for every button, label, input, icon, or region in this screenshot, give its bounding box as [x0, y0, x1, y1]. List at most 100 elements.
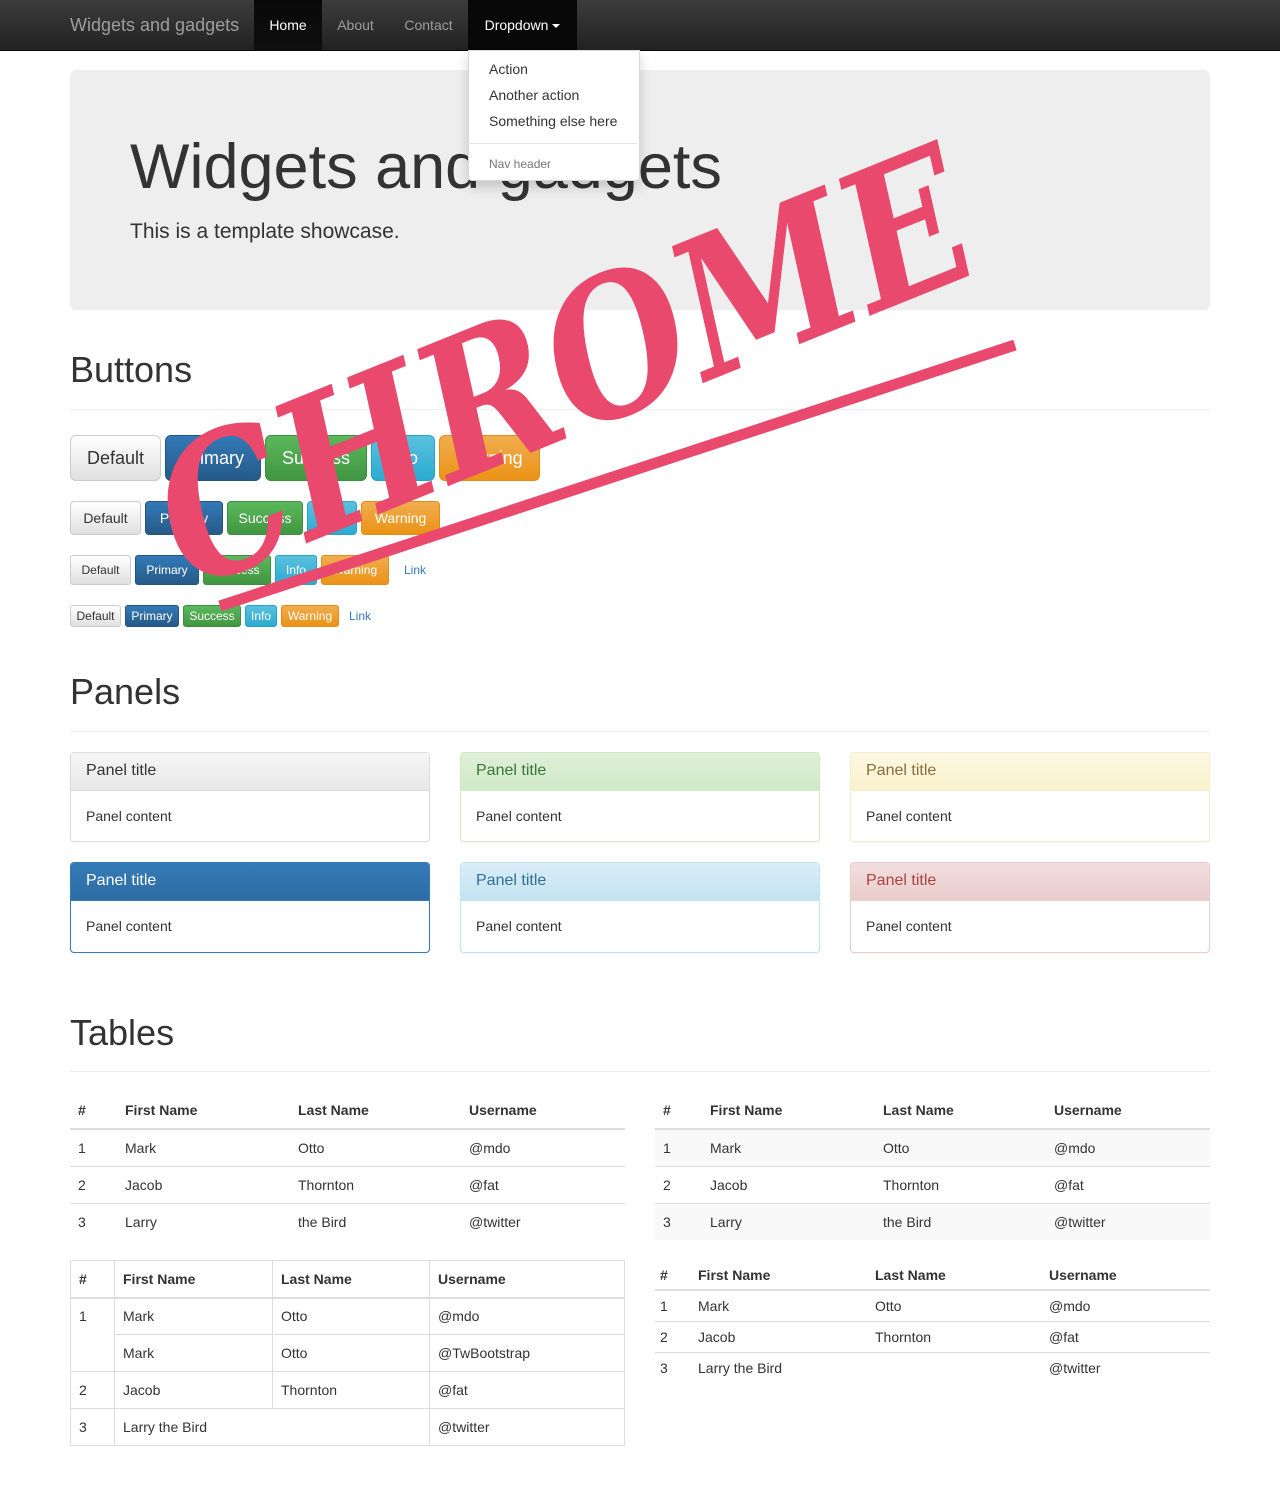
link-button-xs[interactable]: Link — [343, 605, 377, 627]
jumbotron-text: This is a template showcase. — [130, 220, 400, 243]
dropdown-item-something-else[interactable]: Something else here — [489, 113, 617, 129]
table-row: 1 Mark Otto @mdo — [70, 1128, 625, 1166]
table-cell: the Bird — [290, 1202, 461, 1240]
table-header-row: # First Name Last Name Username — [655, 1260, 1210, 1291]
dropdown-menu: Action Another action Something else her… — [468, 50, 640, 181]
panel-info: Panel title Panel content — [460, 862, 820, 953]
dropdown-item-action[interactable]: Action — [489, 61, 528, 77]
table-cell: Jacob — [702, 1165, 875, 1203]
column-header: First Name — [117, 1092, 290, 1130]
jumbotron: Widgets and gadgets This is a template s… — [70, 70, 1210, 310]
default-button-lg[interactable]: Default — [70, 435, 161, 481]
table-cell: Mark — [114, 1334, 273, 1372]
table-cell: @twitter — [429, 1408, 625, 1446]
table-condensed: # First Name Last Name Username 1 Mark O… — [655, 1260, 1210, 1383]
table-cell: 3 — [70, 1408, 115, 1446]
panel-content: Panel content — [86, 918, 172, 934]
caret-down-icon — [552, 24, 561, 29]
table-cell: Jacob — [114, 1371, 273, 1409]
column-header: First Name — [114, 1260, 273, 1299]
dropdown-nav-header: Nav header — [489, 157, 552, 171]
table-cell: Thornton — [870, 1320, 1044, 1352]
table-row: 1 Mark Otto @mdo — [655, 1289, 1210, 1321]
table-cell: 2 — [655, 1320, 693, 1352]
info-button-xs[interactable]: Info — [245, 605, 277, 627]
section-divider — [70, 1071, 1210, 1072]
table-cell: @fat — [461, 1165, 625, 1203]
table-row: 2 Jacob Thornton @fat — [70, 1371, 625, 1409]
primary-button-sm[interactable]: Primary — [135, 555, 199, 585]
table-cell: 3 — [655, 1351, 693, 1383]
panel-title: Panel title — [851, 753, 1209, 791]
table-cell: Larry the Bird — [114, 1408, 430, 1446]
nav-item-dropdown[interactable]: Dropdown — [468, 0, 577, 50]
nav-item-contact[interactable]: Contact — [389, 0, 468, 50]
table-cell: Otto — [272, 1334, 430, 1372]
table-cell: 3 — [655, 1202, 702, 1240]
table-header-row: # First Name Last Name Username — [70, 1092, 625, 1130]
table-cell: the Bird — [875, 1202, 1046, 1240]
primary-button[interactable]: Primary — [145, 501, 223, 535]
success-button-lg[interactable]: Success — [265, 435, 367, 481]
panel-primary: Panel title Panel content — [70, 862, 430, 953]
panel-content: Panel content — [476, 808, 562, 824]
warning-button-xs[interactable]: Warning — [281, 605, 339, 627]
panel-title: Panel title — [851, 863, 1209, 901]
link-button-sm[interactable]: Link — [393, 555, 437, 585]
panel-title: Panel title — [461, 863, 819, 901]
navbar: Widgets and gadgets Home About Contact D… — [0, 0, 1280, 51]
column-header: # — [70, 1092, 117, 1130]
panel-default: Panel title Panel content — [70, 752, 430, 842]
table-row: Mark Otto @TwBootstrap — [71, 1334, 625, 1372]
table-striped: # First Name Last Name Username 1 Mark O… — [655, 1092, 1210, 1240]
warning-button-sm[interactable]: Warning — [321, 555, 389, 585]
table-cell: @fat — [1044, 1320, 1210, 1352]
column-header: Username — [429, 1260, 625, 1299]
table-bordered: # First Name Last Name Username 1 Mark O… — [70, 1260, 625, 1446]
nav-item-about[interactable]: About — [322, 0, 389, 50]
dropdown-divider — [470, 143, 638, 144]
panel-danger: Panel title Panel content — [850, 862, 1210, 953]
panel-content: Panel content — [866, 918, 952, 934]
table-cell: @fat — [429, 1371, 625, 1409]
table-cell: Thornton — [875, 1165, 1046, 1203]
table-cell: Otto — [272, 1297, 430, 1335]
success-button-xs[interactable]: Success — [183, 605, 241, 627]
table-cell: 2 — [655, 1165, 702, 1203]
table-cell: 1 — [70, 1128, 117, 1166]
primary-button-xs[interactable]: Primary — [125, 605, 179, 627]
primary-button-lg[interactable]: Primary — [165, 435, 261, 481]
table-cell: Otto — [875, 1128, 1046, 1166]
section-title-buttons: Buttons — [70, 349, 193, 390]
info-button-lg[interactable]: Info — [371, 435, 435, 481]
table-cell: Otto — [870, 1289, 1044, 1321]
success-button[interactable]: Success — [227, 501, 303, 535]
column-header: Username — [461, 1092, 625, 1130]
table-row: 2 Jacob Thornton @fat — [655, 1320, 1210, 1352]
warning-button[interactable]: Warning — [361, 501, 440, 535]
table-row: 3 Larry the Bird @twitter — [70, 1202, 625, 1240]
dropdown-item-another-action[interactable]: Another action — [489, 87, 579, 103]
column-header: First Name — [693, 1260, 870, 1291]
section-title-tables: Tables — [70, 1012, 175, 1053]
default-button-xs[interactable]: Default — [70, 605, 121, 627]
table-cell: @mdo — [1046, 1128, 1210, 1166]
default-button[interactable]: Default — [70, 501, 141, 535]
column-header: # — [655, 1092, 702, 1130]
table-cell: Larry — [702, 1202, 875, 1240]
panel-warning: Panel title Panel content — [850, 752, 1210, 842]
navbar-brand[interactable]: Widgets and gadgets — [70, 0, 239, 50]
success-button-sm[interactable]: Success — [203, 555, 271, 585]
table-cell: Mark — [114, 1297, 273, 1335]
table-row: 3 Larry the Bird @twitter — [655, 1351, 1210, 1383]
table-cell: Otto — [290, 1128, 461, 1166]
table-cell: Thornton — [290, 1165, 461, 1203]
column-header: Username — [1044, 1260, 1210, 1291]
nav-item-home[interactable]: Home — [254, 0, 322, 50]
default-button-sm[interactable]: Default — [70, 555, 131, 585]
warning-button-lg[interactable]: Warning — [439, 435, 540, 481]
info-button[interactable]: Info — [307, 501, 357, 535]
info-button-sm[interactable]: Info — [275, 555, 317, 585]
table-cell: @twitter — [1044, 1351, 1210, 1383]
column-header: First Name — [702, 1092, 875, 1130]
